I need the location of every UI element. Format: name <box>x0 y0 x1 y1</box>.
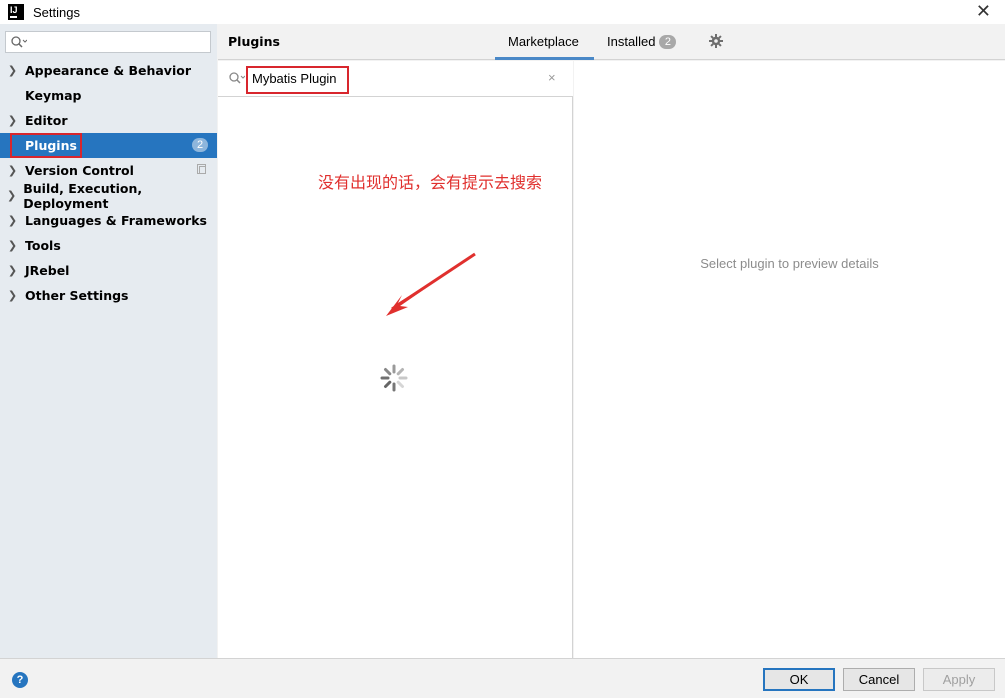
loading-spinner-icon <box>380 364 408 392</box>
sidebar-item-label: Other Settings <box>25 288 129 303</box>
help-button[interactable]: ? <box>12 672 28 688</box>
plugin-search-bar: × <box>218 61 573 97</box>
sidebar-item-label: JRebel <box>25 263 70 278</box>
page-title: Plugins <box>228 34 280 49</box>
sidebar-item-label: Tools <box>25 238 61 253</box>
sidebar-item-other-settings[interactable]: ❯ Other Settings <box>0 283 217 308</box>
chevron-right-icon: ❯ <box>7 290 18 302</box>
sidebar-item-plugins[interactable]: Plugins 2 <box>0 133 217 158</box>
installed-count-badge: 2 <box>659 35 677 49</box>
dialog-footer: ? OK Cancel Apply <box>0 658 1005 698</box>
search-icon <box>11 36 27 48</box>
plugins-header: Plugins Marketplace Installed 2 <box>218 24 1005 60</box>
plugin-search-input[interactable] <box>252 71 347 86</box>
sidebar-item-jrebel[interactable]: ❯ JRebel <box>0 258 217 283</box>
annotation-text: 没有出现的话，会有提示去搜索 <box>318 173 543 192</box>
sidebar-item-label: Languages & Frameworks <box>25 213 207 228</box>
tab-installed[interactable]: Installed 2 <box>607 34 677 49</box>
sidebar-item-tools[interactable]: ❯ Tools <box>0 233 217 258</box>
chevron-right-icon: ❯ <box>7 215 18 227</box>
tab-marketplace[interactable]: Marketplace <box>508 34 579 49</box>
title-bar: IJ Settings ✕ <box>0 0 1005 24</box>
chevron-right-icon: ❯ <box>7 190 17 202</box>
sidebar-item-label: Build, Execution, Deployment <box>23 180 143 211</box>
close-button[interactable]: ✕ <box>976 2 991 20</box>
sidebar-item-label: Keymap <box>25 88 82 103</box>
ok-button[interactable]: OK <box>763 668 835 691</box>
cancel-button[interactable]: Cancel <box>843 668 915 691</box>
tab-installed-label: Installed <box>607 34 656 49</box>
active-tab-indicator <box>495 57 594 60</box>
settings-search-input[interactable] <box>5 31 211 53</box>
sidebar-item-keymap[interactable]: Keymap <box>0 83 217 108</box>
gear-icon[interactable] <box>709 34 723 48</box>
empty-detail-hint: Select plugin to preview details <box>700 256 879 271</box>
sidebar-item-label: Editor <box>25 113 68 128</box>
sidebar-item-appearance-behavior[interactable]: ❯ Appearance & Behavior <box>0 58 217 83</box>
sidebar-item-version-control[interactable]: ❯ Version Control <box>0 158 217 183</box>
chevron-right-icon: ❯ <box>7 265 18 277</box>
chevron-right-icon: ❯ <box>7 240 18 252</box>
plugins-count-badge: 2 <box>192 138 208 152</box>
chevron-right-icon: ❯ <box>7 165 18 177</box>
sidebar-item-label: Version Control <box>25 163 134 178</box>
sidebar-item-build-execution-deployment[interactable]: ❯ Build, Execution, Deployment <box>0 180 217 211</box>
settings-sidebar: ❯ Appearance & Behavior Keymap ❯ Editor … <box>0 24 217 658</box>
intellij-logo-icon: IJ <box>8 4 24 20</box>
settings-tree: ❯ Appearance & Behavior Keymap ❯ Editor … <box>0 58 217 308</box>
chevron-right-icon: ❯ <box>7 115 18 127</box>
plugin-list-pane: × 没有出现的话，会有提示去搜索 <box>218 61 573 658</box>
annotation-arrow-icon <box>386 252 476 316</box>
project-level-icon <box>197 164 206 174</box>
sidebar-item-languages-frameworks[interactable]: ❯ Languages & Frameworks <box>0 208 217 233</box>
apply-button[interactable]: Apply <box>923 668 995 691</box>
chevron-right-icon: ❯ <box>7 65 18 77</box>
sidebar-item-label: Appearance & Behavior <box>25 63 191 78</box>
plugin-detail-pane: Select plugin to preview details <box>574 61 1005 658</box>
highlight-box <box>10 133 82 158</box>
window-title: Settings <box>33 4 80 20</box>
clear-search-icon[interactable]: × <box>548 70 556 85</box>
search-icon <box>229 72 245 84</box>
sidebar-item-editor[interactable]: ❯ Editor <box>0 108 217 133</box>
